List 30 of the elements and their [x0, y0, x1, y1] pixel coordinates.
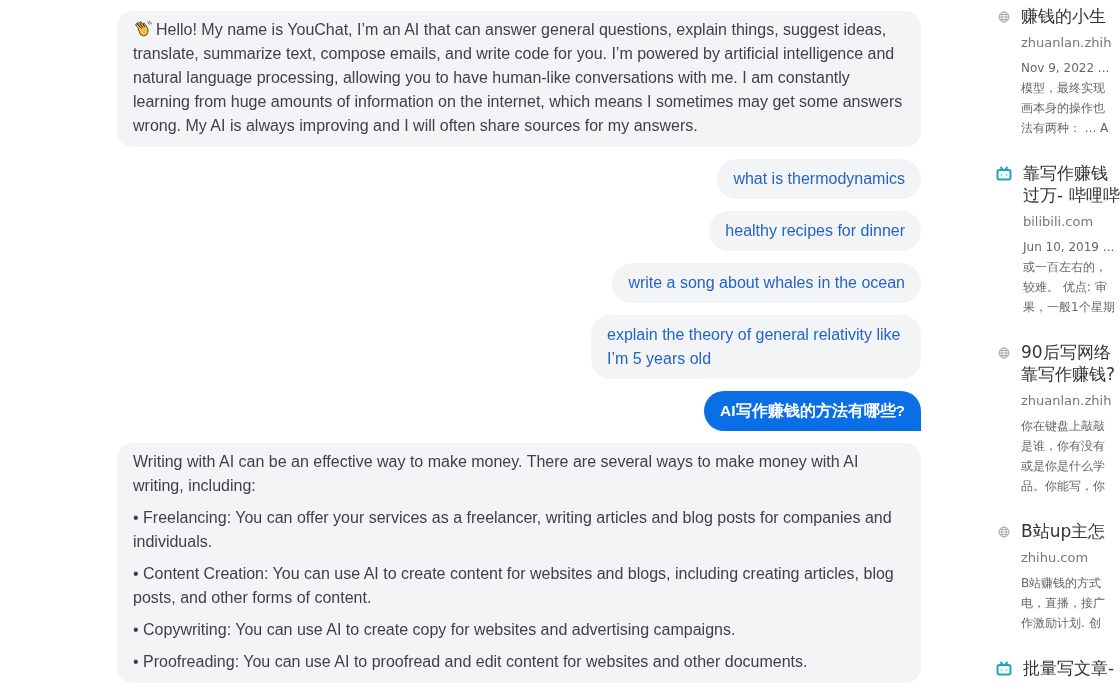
tv-icon: [996, 166, 1012, 181]
user-message: AI写作赚钱的方法有哪些?: [704, 391, 921, 431]
answer-text: Writing with AI can be an effective way to make money. There are several ways to make money with AI writing, including:: [133, 452, 860, 496]
waving-hand-icon: [133, 19, 152, 38]
source-domain: bilibili.com: [1023, 213, 1095, 231]
source-snippet: Nov 9, 2022 ... 模型，最终实现 画本身的操作也 法有两种： ... A: [1021, 60, 1111, 137]
source-title-link[interactable]: 批量写文章-: [1023, 657, 1115, 679]
source-snippet: Jun 10, 2019 ... 或一百左右的， 较难。 优点: 审 果，一般1个星期: [1023, 239, 1116, 316]
source-title-link[interactable]: 90后写网络 靠写作赚钱?: [1021, 341, 1116, 385]
source-title-link[interactable]: 赚钱的小生: [1021, 5, 1112, 27]
suggestion-chip[interactable]: healthy recipes for dinner: [709, 211, 921, 251]
source-title-link[interactable]: 靠写作赚钱 过万- 哔哩哔: [1023, 162, 1120, 206]
answer-text: Hello! My name is YouChat, I’m an AI that can answer general questions, explain things, suggest ideas, translate, summarize text, compose emails, and write code for you. I’m powered by artificial intelligence and natural language processing, allowing you to have human-like conversations with me. I am constantly learning from huge amounts of information on the internet, which means I sometimes may get some answers wrong. My AI is always improving and I will often share sources for my answers.: [133, 18, 904, 136]
source-title-link[interactable]: B站up主怎: [1021, 520, 1106, 542]
source-domain: zhuanlan.zhih: [1021, 392, 1113, 410]
suggestion-chip[interactable]: write a song about whales in the ocean: [612, 263, 921, 303]
source-domain: zhihu.com: [1021, 549, 1090, 567]
answer-text: • Content Creation: You can use AI to create content for websites and blogs, including creating articles, blog posts, and other forms of content.: [133, 564, 895, 608]
answer-text: • Freelancing: You can offer your services as a freelancer, writing articles and blog posts for companies and individuals.: [133, 508, 893, 552]
globe-icon: [998, 526, 1010, 538]
answer-text: • Copywriting: You can use AI to create copy for websites and advertising campaigns.: [133, 620, 737, 640]
globe-icon: [998, 347, 1010, 359]
source-snippet: 你在键盘上敲敲 是谁，你有没有 或是你是什么学 品。你能写，你: [1021, 418, 1106, 495]
tv-icon: [996, 661, 1012, 676]
answer-text: • Proofreading: You can use AI to proofread and edit content for websites and other documents.: [133, 652, 809, 672]
source-snippet: B站赚钱的方式 电，直播，接广 作激励计划. 创: [1021, 575, 1106, 632]
suggestion-chip[interactable]: explain the theory of general relativity like I’m 5 years old: [591, 315, 921, 379]
globe-icon: [998, 11, 1010, 23]
suggestion-chip[interactable]: what is thermodynamics: [717, 159, 921, 199]
source-domain: zhuanlan.zhih: [1021, 34, 1112, 52]
